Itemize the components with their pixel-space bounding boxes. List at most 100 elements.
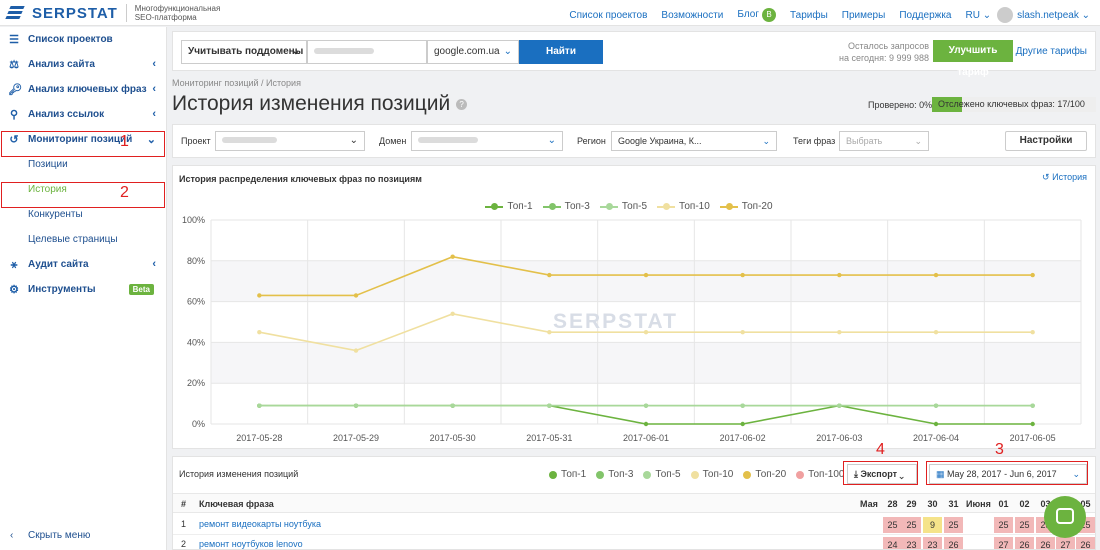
x-tick-label: 2017-06-05 — [1010, 433, 1056, 443]
requests-info: Осталось запросов на сегодня: 9 999 988 — [839, 40, 929, 64]
legend-dot — [596, 470, 605, 479]
chevron-left-icon: ‹ — [10, 530, 14, 541]
y-tick-label: 80% — [187, 256, 205, 266]
project-select[interactable]: ⌄ — [215, 131, 365, 151]
chat-button[interactable] — [1044, 496, 1086, 538]
subdomain-select[interactable]: Учитывать поддомены ⌄ — [181, 40, 307, 64]
tracked-progress: Отслежено ключевых фраз: 17/100 — [932, 97, 1096, 112]
table-legend-item[interactable]: Топ-20 — [743, 469, 786, 480]
other-plans-link[interactable]: Другие тарифы — [1016, 46, 1087, 57]
series-point — [547, 403, 552, 408]
sidebar-item-links[interactable]: ⚲ Анализ ссылок ‹ — [0, 102, 166, 127]
sidebar-item-label: Инструменты — [28, 284, 96, 295]
series-point — [450, 254, 455, 259]
watermark: SERPSTAT — [553, 310, 678, 333]
legend-marker — [657, 202, 676, 210]
nav-projects[interactable]: Список проектов — [569, 10, 647, 21]
logo[interactable]: SERPSTAT Многофункциональная SEO-платфор… — [5, 4, 236, 22]
nav-features[interactable]: Возможности — [661, 10, 723, 21]
chevron-left-icon: ‹ — [152, 58, 156, 70]
sitemap-icon: ⚹ — [10, 259, 18, 271]
help-icon[interactable]: ? — [456, 98, 468, 110]
legend-marker — [542, 202, 561, 210]
nav-examples[interactable]: Примеры — [842, 10, 886, 21]
table-legend-item[interactable]: Топ-10 — [690, 469, 734, 480]
nav-support[interactable]: Поддержка — [899, 10, 951, 21]
breadcrumb: Мониторинг позиций / История — [172, 78, 301, 88]
nav-blog[interactable]: Блог B — [737, 8, 776, 22]
history-link[interactable]: ↺ История — [1042, 172, 1087, 183]
sidebar-item-site-analysis[interactable]: ⚖ Анализ сайта ‹ — [0, 52, 166, 77]
table-legend-item[interactable]: Топ-100 — [796, 469, 844, 480]
legend-label: Топ-10 — [702, 469, 734, 480]
region-select[interactable]: Google Украина, К... ⌄ — [611, 131, 777, 151]
settings-button[interactable]: Настройки — [1005, 131, 1087, 151]
sidebar-item-audit[interactable]: ⚹ Аудит сайта ‹ — [0, 252, 166, 277]
avatar[interactable] — [997, 7, 1014, 23]
history-icon: ↺ — [1042, 172, 1050, 182]
y-tick-label: 20% — [187, 378, 205, 388]
keyword-link[interactable]: ремонт видеокарты ноутбука — [199, 519, 321, 529]
menu-icon: ☰ — [9, 34, 19, 46]
x-tick-label: 2017-05-31 — [526, 433, 572, 443]
table-legend-item[interactable]: Топ-5 — [643, 469, 681, 480]
domain-input[interactable] — [307, 40, 427, 64]
user-menu[interactable]: slash.netpeak ⌄ — [1017, 10, 1090, 21]
sidebar-item-label: Список проектов — [28, 34, 113, 45]
analysis-icon: ⚖ — [9, 59, 19, 71]
legend-label: Топ-100 — [808, 469, 845, 480]
x-tick-label: 2017-06-01 — [623, 433, 669, 443]
sidebar-item-projects[interactable]: ☰ Список проектов — [0, 27, 166, 52]
project-label: Проект — [181, 136, 211, 146]
legend-dot — [690, 470, 699, 479]
upgrade-plan-button[interactable]: Улучшить тариф — [933, 40, 1013, 78]
nav-blog-label: Блог — [737, 9, 759, 20]
chevron-down-icon: ⌄ — [291, 46, 300, 57]
sidebar-item-tools[interactable]: ⚙ Инструменты Beta — [0, 277, 166, 302]
link-icon: ⚲ — [9, 109, 19, 121]
legend-label: Топ-20 — [755, 469, 787, 480]
language-select[interactable]: RU ⌄ — [965, 10, 991, 21]
find-button[interactable]: Найти — [519, 40, 603, 64]
sidebar-item-keywords[interactable]: 🔑︎ Анализ ключевых фраз ‹ — [0, 77, 166, 102]
page-title: История изменения позиций ? — [172, 92, 468, 116]
checked-status: Проверено: 0% — [868, 100, 933, 110]
position-cell: 26 — [1036, 537, 1055, 549]
domain-select[interactable]: ⌄ — [411, 131, 563, 151]
position-cell: 25 — [883, 517, 902, 533]
tags-select-placeholder: Выбрать — [846, 136, 883, 146]
table-legend-item[interactable]: Топ-1 — [549, 469, 586, 480]
chevron-down-icon: ⌄ — [547, 135, 556, 146]
search-engine-select[interactable]: google.com.ua ⌄ — [427, 40, 519, 64]
table-title: История изменения позиций — [179, 469, 299, 479]
series-point — [740, 330, 745, 335]
nav-pricing[interactable]: Тарифы — [790, 10, 828, 21]
position-cell: 23 — [923, 537, 942, 549]
user-name: slash.netpeak — [1017, 9, 1079, 21]
y-tick-label: 40% — [187, 337, 205, 347]
keyword-link[interactable]: ремонт ноутбуков lenovo — [199, 539, 303, 549]
col-day: 30 — [927, 499, 938, 509]
brand-tagline: Многофункциональная SEO-платформа — [125, 4, 236, 22]
y-tick-label: 100% — [182, 215, 205, 225]
series-point — [740, 421, 745, 427]
sidebar-item-label: Аудит сайта — [28, 259, 89, 270]
domain-input-value — [314, 48, 374, 55]
x-tick-label: 2017-05-30 — [430, 433, 476, 443]
sidebar-sub-landing-pages[interactable]: Целевые страницы — [0, 227, 166, 252]
legend-label: Топ-5 — [655, 469, 681, 480]
table-legend-item[interactable]: Топ-3 — [596, 469, 633, 480]
annotation-label-2: 2 — [120, 184, 129, 201]
collapse-menu-button[interactable]: ‹ Скрыть меню — [0, 523, 166, 548]
tags-select[interactable]: Выбрать ⌄ — [839, 131, 929, 151]
filter-bar: Проект ⌄ Домен ⌄ Регион Google Украина, … — [172, 124, 1096, 158]
col-day: 02 — [1019, 499, 1030, 509]
table-legend: Топ-1 Топ-3 Топ-5 Топ-10 Топ-20 Топ-100 — [549, 469, 854, 480]
y-tick-label: 60% — [187, 297, 205, 307]
col-day: 29 — [906, 499, 917, 509]
chat-icon — [1056, 508, 1074, 524]
annotation-box-3 — [926, 461, 1088, 485]
page-title-text: История изменения позиций — [172, 92, 451, 115]
key-icon: 🔑︎ — [8, 84, 22, 96]
series-point — [643, 421, 649, 427]
